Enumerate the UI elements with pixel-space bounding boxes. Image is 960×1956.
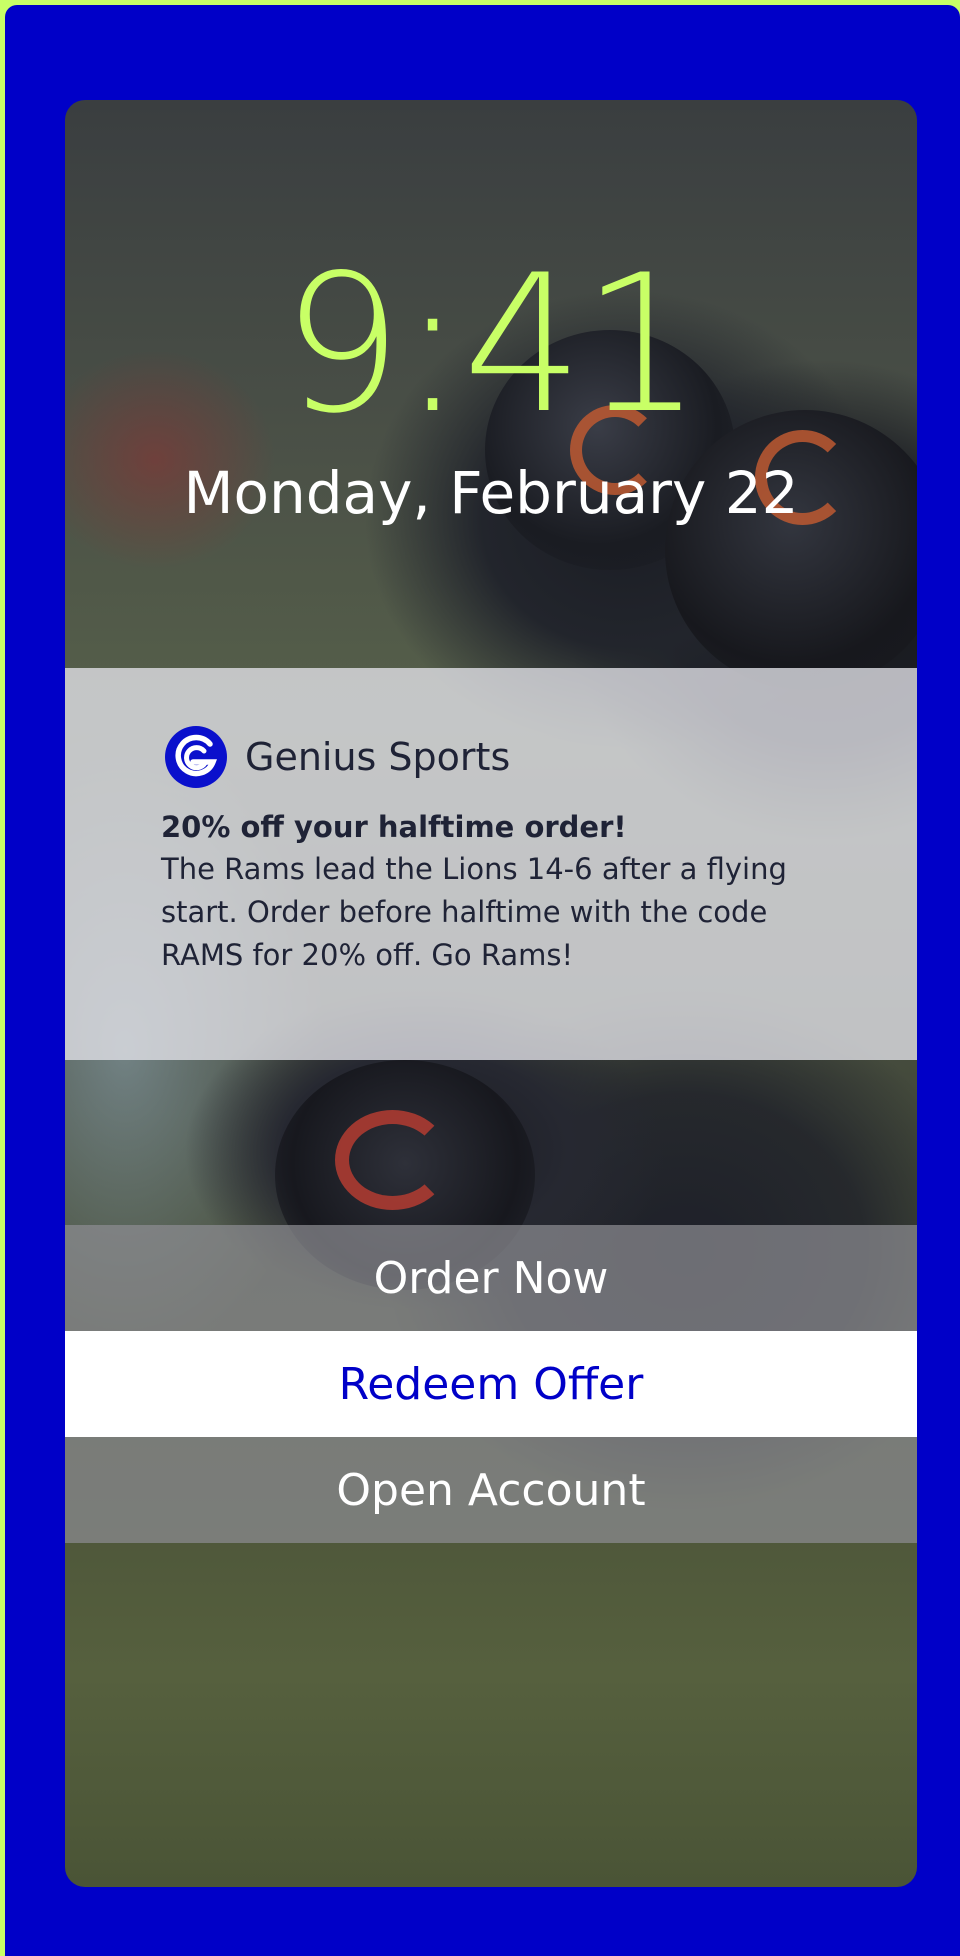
lockscreen-date: Monday, February 22 [183, 459, 799, 527]
push-notification[interactable]: Genius Sports 20% off your halftime orde… [65, 668, 917, 1060]
open-account-button[interactable]: Open Account [65, 1437, 917, 1543]
lockscreen-time: 9:41 [281, 234, 703, 455]
device-frame: 9:41 Monday, February 22 Genius Sports 2… [5, 5, 960, 1956]
redeem-offer-button[interactable]: Redeem Offer [65, 1331, 917, 1437]
genius-sports-logo-icon [165, 726, 227, 788]
background-photo-logo [335, 1110, 450, 1210]
lock-screen: 9:41 Monday, February 22 Genius Sports 2… [65, 100, 917, 1887]
notification-body: The Rams lead the Lions 14-6 after a fly… [161, 852, 787, 972]
notification-title: 20% off your halftime order! [161, 810, 627, 844]
notification-app-header: Genius Sports [163, 724, 510, 790]
order-now-button[interactable]: Order Now [65, 1225, 917, 1331]
notification-app-name: Genius Sports [245, 735, 511, 779]
